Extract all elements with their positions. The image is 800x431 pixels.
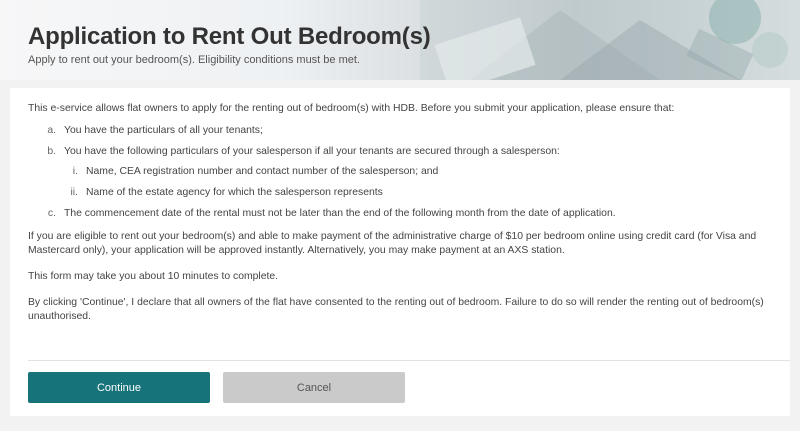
- list-marker: c.: [47, 208, 56, 219]
- page-banner: Application to Rent Out Bedroom(s) Apply…: [0, 0, 800, 80]
- intro-text: This e-service allows flat owners to app…: [28, 103, 675, 114]
- requirements-list: a. You have the particulars of all your …: [28, 124, 772, 221]
- sub-list-marker: i.: [72, 166, 78, 177]
- banner-text: Application to Rent Out Bedroom(s) Apply…: [28, 22, 431, 66]
- sub-list-item: i. Name, CEA registration number and con…: [28, 165, 772, 179]
- sub-list: i. Name, CEA registration number and con…: [28, 165, 772, 200]
- list-item: c. The commencement date of the rental m…: [28, 207, 772, 221]
- list-marker: b.: [47, 146, 56, 157]
- sub-list-item-text: Name, CEA registration number and contac…: [86, 166, 439, 177]
- declaration-text: By clicking 'Continue', I declare that a…: [28, 297, 764, 322]
- content-body: This e-service allows flat owners to app…: [10, 88, 790, 324]
- list-item: a. You have the particulars of all your …: [28, 124, 772, 138]
- list-item-text: The commencement date of the rental must…: [64, 208, 616, 219]
- page-subtitle: Apply to rent out your bedroom(s). Eligi…: [28, 54, 360, 66]
- content-card: This e-service allows flat owners to app…: [10, 88, 790, 416]
- continue-button[interactable]: Continue: [28, 372, 210, 403]
- cancel-button[interactable]: Cancel: [223, 372, 405, 403]
- list-item: b. You have the following particulars of…: [28, 145, 772, 200]
- divider: [28, 360, 790, 361]
- sub-list-item: ii. Name of the estate agency for which …: [28, 186, 772, 200]
- list-item-text: You have the following particulars of yo…: [64, 146, 560, 157]
- page-title: Application to Rent Out Bedroom(s): [28, 23, 431, 50]
- sub-list-marker: ii.: [70, 187, 78, 198]
- list-item-text: You have the particulars of all your ten…: [64, 125, 263, 136]
- sub-list-item-text: Name of the estate agency for which the …: [86, 187, 383, 198]
- time-note: This form may take you about 10 minutes …: [28, 271, 279, 282]
- list-marker: a.: [47, 125, 56, 136]
- payment-note: If you are eligible to rent out your bed…: [28, 231, 757, 256]
